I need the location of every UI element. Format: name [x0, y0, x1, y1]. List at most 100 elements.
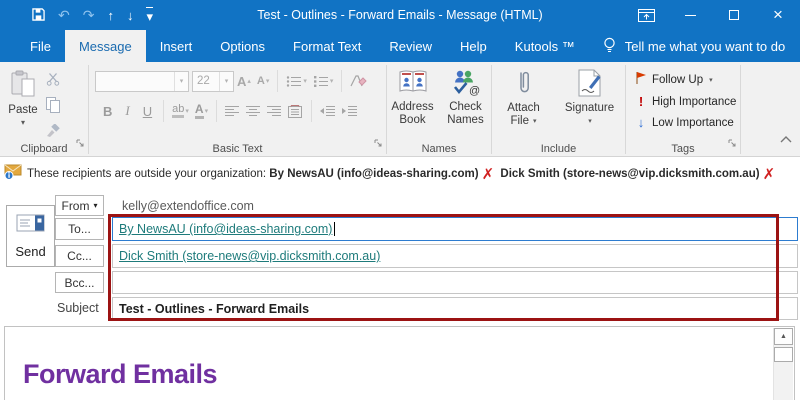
send-button[interactable]: Send [6, 205, 55, 267]
bold-button[interactable]: B [103, 104, 112, 119]
check-names-icon: @ [451, 69, 481, 101]
mailtip-recipient-2: Dick Smith (store-news@vip.dicksmith.com… [500, 168, 760, 180]
attach-file-dropdown-icon[interactable]: ▾ [533, 115, 537, 128]
scrollbar-thumb[interactable] [774, 347, 793, 362]
previous-item-icon[interactable]: ↑ [107, 9, 114, 22]
follow-up-button[interactable]: Follow Up ▾ [635, 71, 740, 88]
copy-icon[interactable] [46, 97, 60, 118]
clipboard-group-label: Clipboard [20, 143, 68, 155]
text-cursor [334, 222, 336, 236]
align-left-icon[interactable] [225, 105, 240, 117]
subject-label: Subject [57, 301, 99, 315]
check-names-label-1: Check [449, 101, 482, 113]
follow-up-dropdown-icon[interactable]: ▾ [709, 76, 713, 84]
clipboard-group: Paste ▾ Clipboard [0, 62, 88, 156]
scrollbar-up-icon[interactable]: ▲ [774, 328, 793, 345]
next-item-icon[interactable]: ↓ [127, 9, 134, 22]
tab-file[interactable]: File [16, 30, 65, 62]
clipboard-mini-buttons [46, 62, 60, 156]
font-color-button[interactable]: A ▾ [194, 102, 208, 120]
from-dropdown-icon: ▾ [93, 201, 98, 210]
signature-label: Signature [564, 102, 615, 114]
low-importance-button[interactable]: ↓ Low Importance [635, 115, 740, 130]
external-recipients-mail-icon [4, 164, 22, 185]
minimize-button[interactable] [668, 0, 712, 30]
attach-file-label-1: Attach [507, 102, 540, 114]
message-body[interactable]: Forward Emails ▲ [4, 326, 795, 400]
tab-help[interactable]: Help [446, 30, 501, 62]
redo-icon[interactable]: ↷ [83, 8, 95, 22]
save-icon[interactable] [32, 7, 45, 23]
increase-indent-icon[interactable] [342, 105, 358, 117]
to-button[interactable]: To... [55, 218, 104, 240]
signature-dropdown-icon[interactable]: ▾ [588, 115, 592, 128]
bcc-field[interactable] [112, 271, 798, 294]
paste-dropdown-icon[interactable]: ▾ [21, 118, 25, 127]
align-right-icon[interactable] [267, 105, 282, 117]
lightbulb-icon [603, 37, 616, 56]
italic-button[interactable]: I [125, 103, 129, 119]
clear-formatting-icon[interactable] [350, 74, 368, 88]
bullets-icon[interactable]: ▾ [286, 75, 307, 88]
collapse-ribbon-icon[interactable] [780, 130, 792, 148]
to-field[interactable]: By NewsAU (info@ideas-sharing.com) [112, 217, 798, 241]
window-controls: × [624, 0, 800, 30]
body-scrollbar[interactable]: ▲ [773, 328, 793, 400]
font-name-combo[interactable]: ▾ [95, 70, 189, 92]
highlight-button[interactable]: ab ▾ [172, 104, 189, 118]
paste-clipboard-icon [10, 70, 37, 103]
bcc-label: Bcc... [64, 275, 95, 290]
tab-message[interactable]: Message [64, 30, 146, 62]
outlook-message-window: ↶ ↷ ↑ ↓ ▾ Test - Outlines - Forward Emai… [0, 0, 800, 400]
cc-recipient-link[interactable]: Dick Smith (store-news@vip.dicksmith.com… [119, 249, 380, 263]
high-importance-button[interactable]: ! High Importance [635, 94, 740, 109]
ribbon-tab-bar: File Message Insert Options Format Text … [0, 30, 800, 62]
from-label: From [61, 198, 90, 213]
shrink-font-button[interactable]: A ▾ [257, 75, 269, 87]
font-name-dropdown-icon[interactable]: ▾ [174, 71, 188, 91]
bcc-button[interactable]: Bcc... [55, 272, 104, 293]
mailtip-text: These recipients are outside your organi… [27, 165, 778, 183]
grow-font-button[interactable]: A ▴ [237, 74, 251, 89]
font-size-combo[interactable]: 22 ▾ [192, 70, 234, 92]
remove-recipient-2-icon[interactable]: ✗ [763, 166, 776, 183]
signature-icon [577, 69, 603, 102]
font-size-dropdown-icon[interactable]: ▾ [219, 71, 233, 91]
tab-review[interactable]: Review [375, 30, 446, 62]
close-button[interactable]: × [756, 0, 800, 30]
to-recipient-link[interactable]: By NewsAU (info@ideas-sharing.com) [119, 222, 332, 236]
from-button[interactable]: From ▾ [55, 195, 104, 216]
cc-button[interactable]: Cc... [55, 245, 104, 267]
follow-up-label: Follow Up [652, 73, 704, 86]
include-group-label: Include [540, 143, 577, 155]
tab-insert[interactable]: Insert [146, 30, 207, 62]
format-painter-icon[interactable] [46, 123, 60, 142]
numbering-icon[interactable]: ▾ [313, 75, 333, 88]
names-group-label: Names [421, 143, 457, 155]
decrease-indent-icon[interactable] [320, 105, 336, 117]
tab-options[interactable]: Options [206, 30, 279, 62]
ribbon-display-options-icon[interactable] [624, 0, 668, 30]
send-label: Send [15, 244, 46, 259]
address-book-label-2: Book [399, 114, 426, 126]
attach-file-label-2: File [510, 115, 529, 127]
maximize-button[interactable] [712, 0, 756, 30]
cc-field[interactable]: Dick Smith (store-news@vip.dicksmith.com… [112, 244, 798, 268]
tags-group-label: Tags [671, 143, 695, 155]
underline-button[interactable]: U [143, 104, 152, 119]
address-book-label-1: Address [391, 101, 434, 113]
tab-kutools[interactable]: Kutools ™ [501, 30, 589, 62]
subject-field[interactable]: Test - Outlines - Forward Emails [112, 297, 798, 320]
line-spacing-icon[interactable] [288, 104, 303, 118]
paste-button[interactable]: Paste ▾ [0, 62, 46, 156]
svg-text:@: @ [469, 85, 480, 96]
customize-toolbar-icon[interactable]: ▾ [146, 7, 153, 23]
tab-format-text[interactable]: Format Text [279, 30, 375, 62]
follow-up-flag-icon [635, 71, 647, 88]
cut-icon[interactable] [46, 72, 60, 91]
cc-label: Cc... [67, 249, 92, 263]
tell-me-box[interactable]: Tell me what you want to do [603, 30, 785, 62]
undo-icon[interactable]: ↶ [58, 8, 70, 22]
remove-recipient-1-icon[interactable]: ✗ [482, 166, 495, 183]
align-center-icon[interactable] [246, 105, 261, 117]
